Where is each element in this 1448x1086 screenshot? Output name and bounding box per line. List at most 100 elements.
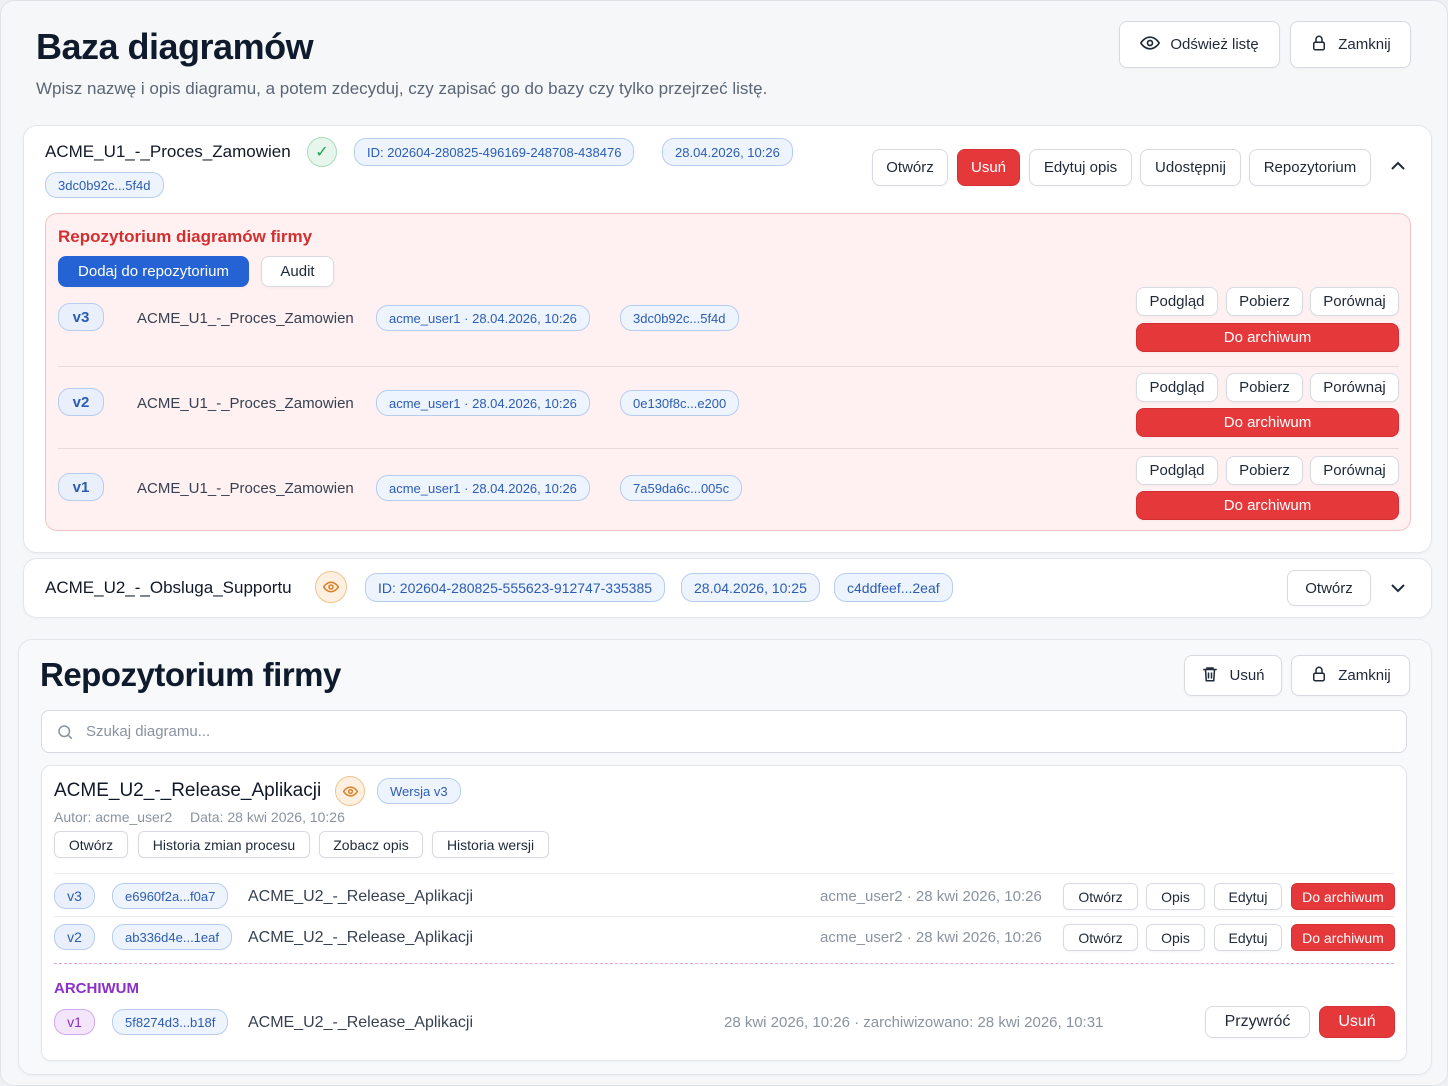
share-button[interactable]: Udostępnij [1140, 149, 1241, 186]
download-button[interactable]: Pobierz [1226, 287, 1303, 316]
delete-button[interactable]: Usuń [957, 149, 1020, 186]
page: Baza diagramów Wpisz nazwę i opis diagra… [0, 0, 1448, 1086]
preview-button[interactable]: Podgląd [1136, 373, 1218, 402]
repository-button[interactable]: Repozytorium [1249, 149, 1371, 186]
archive-button[interactable]: Do archiwum [1136, 491, 1399, 520]
delete-button[interactable]: Usuń [1319, 1006, 1395, 1038]
repository-item-author: Autor: acme_user2 [54, 809, 173, 825]
row-divider [54, 916, 1394, 917]
description-button[interactable]: Opis [1146, 924, 1205, 951]
version-hash-pill: 7a59da6c...005c [620, 475, 743, 501]
diagram-id-pill: ID: 202604-280825-555623-912747-335385 [365, 573, 666, 602]
eye-icon [1140, 33, 1161, 57]
version-author-pill: acme_user1 · 28.04.2026, 10:26 [376, 390, 590, 416]
open-button[interactable]: Otwórz [1287, 570, 1371, 606]
audit-button[interactable]: Audit [261, 256, 334, 287]
open-button[interactable]: Otwórz [872, 149, 948, 186]
version-author-pill: acme_user1 · 28.04.2026, 10:26 [376, 475, 590, 501]
row-divider [58, 448, 1399, 449]
check-icon: ✓ [307, 137, 337, 167]
chevron-up-icon[interactable] [1386, 154, 1410, 178]
edit-button[interactable]: Edytuj [1214, 883, 1282, 910]
process-history-button[interactable]: Historia zmian procesu [138, 831, 310, 858]
download-button[interactable]: Pobierz [1226, 373, 1303, 402]
repository-item-name: ACME_U2_-_Release_Aplikacji [54, 780, 322, 801]
version-pill: v1 [58, 473, 104, 501]
version-hash-pill: e6960f2a...f0a7 [112, 883, 229, 909]
version-name: ACME_U2_-_Release_Aplikacji [248, 888, 473, 905]
diagram-card-1: ACME_U1_-_Proces_Zamowien ✓ ID: 202604-2… [23, 125, 1432, 553]
compare-button[interactable]: Porównaj [1310, 287, 1399, 316]
archive-button[interactable]: Do archiwum [1136, 323, 1399, 352]
page-title: Baza diagramów [36, 26, 314, 67]
row-divider [58, 366, 1399, 367]
page-subtitle: Wpisz nazwę i opis diagramu, a potem zde… [36, 79, 768, 98]
archive-divider [54, 963, 1394, 964]
archive-meta: 28 kwi 2026, 10:26 · zarchiwizowano: 28 … [724, 1014, 1104, 1031]
download-button[interactable]: Pobierz [1226, 456, 1303, 485]
refresh-list-button[interactable]: Odśwież listę [1119, 21, 1280, 68]
eye-icon [315, 571, 347, 603]
version-name: ACME_U1_-_Proces_Zamowien [137, 395, 354, 412]
search-icon [56, 723, 74, 741]
open-button[interactable]: Otwórz [54, 831, 128, 858]
lock-icon [1310, 664, 1328, 688]
view-description-button[interactable]: Zobacz opis [319, 831, 423, 858]
repository-title: Repozytorium firmy [40, 656, 341, 693]
repository-item-date: Data: 28 kwi 2026, 10:26 [190, 809, 345, 825]
version-name: ACME_U1_-_Proces_Zamowien [137, 480, 354, 497]
repository-delete-button[interactable]: Usuń [1184, 655, 1282, 696]
edit-button[interactable]: Edytuj [1214, 924, 1282, 951]
archived-version-pill: v1 [54, 1009, 95, 1035]
add-to-repository-button[interactable]: Dodaj do repozytorium [58, 256, 249, 287]
close-label: Zamknij [1338, 36, 1391, 53]
version-badge: Wersja v3 [377, 778, 461, 804]
repository-delete-label: Usuń [1229, 667, 1265, 684]
version-author-pill: acme_user1 · 28.04.2026, 10:26 [376, 305, 590, 331]
diagram-name: ACME_U2_-_Obsluga_Supportu [45, 578, 292, 597]
edit-description-button[interactable]: Edytuj opis [1029, 149, 1132, 186]
description-button[interactable]: Opis [1146, 883, 1205, 910]
archive-button[interactable]: Do archiwum [1291, 883, 1395, 910]
archive-button[interactable]: Do archiwum [1136, 408, 1399, 437]
version-hash-pill: 0e130f8c...e200 [620, 390, 740, 416]
restore-button[interactable]: Przywróć [1205, 1006, 1310, 1038]
repository-close-label: Zamknij [1338, 667, 1391, 684]
open-button[interactable]: Otwórz [1063, 924, 1138, 951]
version-hash-pill: 5f8274d3...b18f [112, 1009, 229, 1035]
version-pill: v2 [58, 388, 104, 416]
diagram-date-pill: 28.04.2026, 10:26 [662, 138, 793, 166]
close-button[interactable]: Zamknij [1290, 21, 1411, 68]
open-button[interactable]: Otwórz [1063, 883, 1138, 910]
diagram-name: ACME_U1_-_Proces_Zamowien [45, 142, 291, 161]
version-hash-pill: ab336d4e...1eaf [112, 924, 232, 950]
repository-panel-title: Repozytorium diagramów firmy [58, 227, 313, 246]
version-hash-pill: 3dc0b92c...5f4d [620, 305, 739, 331]
version-name: ACME_U2_-_Release_Aplikacji [248, 1014, 473, 1031]
search-input[interactable] [86, 723, 1406, 740]
row-divider [54, 873, 1394, 874]
eye-icon [335, 776, 365, 806]
diagram-hash-pill: 3dc0b92c...5f4d [45, 172, 164, 198]
compare-button[interactable]: Porównaj [1310, 373, 1399, 402]
archive-label: ARCHIWUM [54, 980, 139, 997]
diagram-date-pill: 28.04.2026, 10:25 [681, 573, 820, 602]
diagram-card-2: ACME_U2_-_Obsluga_Supportu ID: 202604-28… [23, 558, 1432, 618]
version-name: ACME_U1_-_Proces_Zamowien [137, 310, 354, 327]
preview-button[interactable]: Podgląd [1136, 456, 1218, 485]
version-pill: v3 [58, 303, 104, 331]
diagram-hash-pill: c4ddfeef...2eaf [834, 573, 953, 602]
version-meta: acme_user2 · 28 kwi 2026, 10:26 [820, 929, 1042, 946]
version-pill: v2 [54, 924, 95, 950]
compare-button[interactable]: Porównaj [1310, 456, 1399, 485]
lock-icon [1310, 33, 1328, 57]
preview-button[interactable]: Podgląd [1136, 287, 1218, 316]
chevron-down-icon[interactable] [1386, 576, 1410, 600]
repository-section: Repozytorium firmy Usuń Zamknij ACME_U2_… [18, 639, 1432, 1075]
archive-button[interactable]: Do archiwum [1291, 924, 1395, 951]
repository-close-button[interactable]: Zamknij [1291, 655, 1410, 696]
version-name: ACME_U2_-_Release_Aplikacji [248, 929, 473, 946]
version-history-button[interactable]: Historia wersji [432, 831, 549, 858]
repository-panel: Repozytorium diagramów firmy Dodaj do re… [45, 213, 1411, 531]
trash-icon [1201, 664, 1219, 688]
